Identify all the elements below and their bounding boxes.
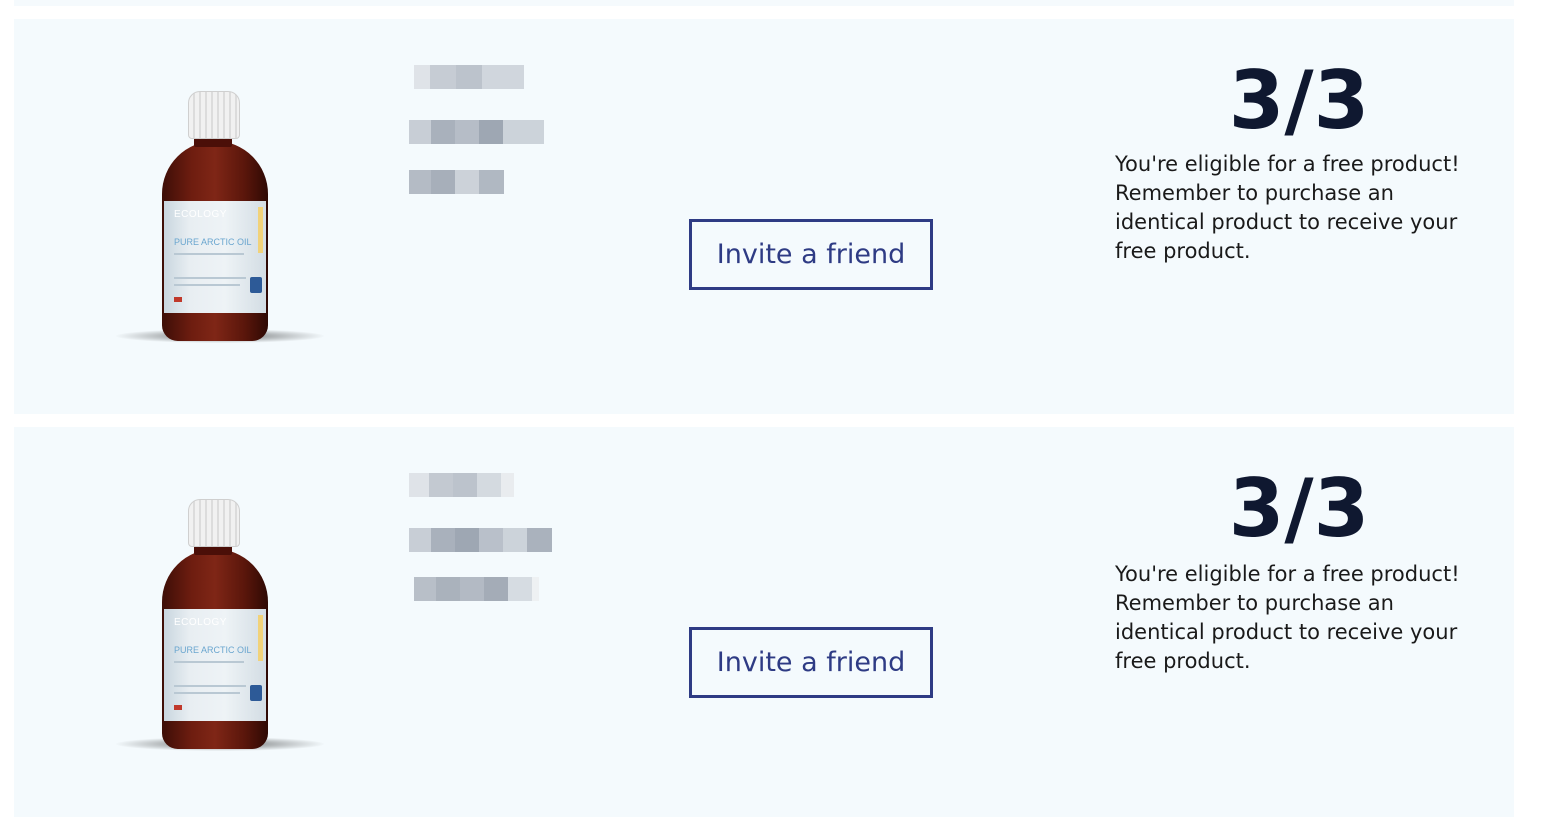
- referral-progress: 3/3: [1228, 54, 1370, 147]
- blurred-product-title: [409, 473, 514, 497]
- product-brand: ECOLOGY: [174, 617, 227, 628]
- eligibility-message: You're eligible for a free product! Reme…: [1115, 152, 1460, 263]
- reward-card: ECOLOGY PURE ARCTIC OIL Invite a friend …: [14, 19, 1514, 414]
- reward-card: ECOLOGY PURE ARCTIC OIL Invite a friend …: [14, 427, 1514, 817]
- product-image: ECOLOGY PURE ARCTIC OIL: [110, 81, 330, 351]
- previous-card-edge: [14, 0, 1514, 6]
- blurred-product-detail: [409, 528, 552, 552]
- referral-progress: 3/3: [1228, 462, 1370, 555]
- product-name: PURE ARCTIC OIL: [174, 645, 252, 655]
- product-brand: ECOLOGY: [174, 209, 227, 220]
- eligibility-message: You're eligible for a free product! Reme…: [1115, 562, 1460, 673]
- blurred-product-title: [414, 65, 524, 89]
- invite-friend-button[interactable]: Invite a friend: [689, 627, 933, 698]
- invite-friend-button[interactable]: Invite a friend: [689, 219, 933, 290]
- blurred-product-meta: [409, 170, 504, 194]
- blurred-product-meta: [414, 577, 539, 601]
- product-name: PURE ARCTIC OIL: [174, 237, 252, 247]
- blurred-product-detail: [409, 120, 544, 144]
- product-image: ECOLOGY PURE ARCTIC OIL: [110, 489, 330, 759]
